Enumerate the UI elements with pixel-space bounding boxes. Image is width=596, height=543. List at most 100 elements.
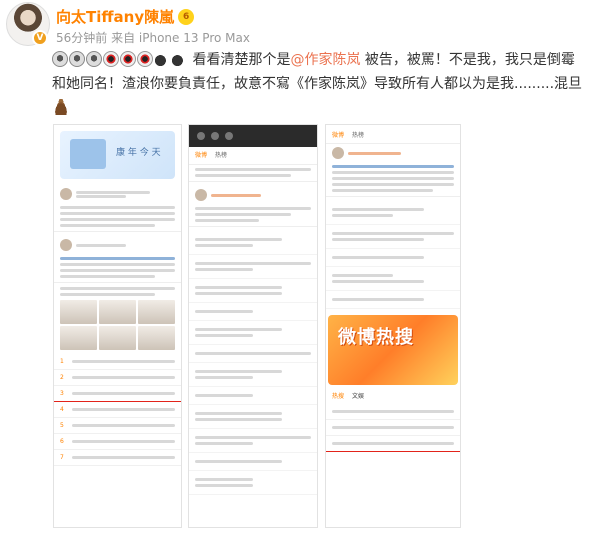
emoji-icon bbox=[171, 51, 187, 67]
image-tab: 热榜 bbox=[215, 152, 228, 159]
text-line bbox=[195, 352, 311, 355]
text-line bbox=[195, 244, 253, 247]
text-line bbox=[195, 394, 253, 397]
emoji-icon bbox=[52, 51, 68, 67]
emoji-icon bbox=[69, 51, 85, 67]
banner-illustration bbox=[70, 139, 106, 169]
image-tab: 微博 bbox=[332, 132, 345, 139]
text-line bbox=[195, 334, 253, 337]
image-banner: 康 年 今 天 bbox=[60, 131, 175, 179]
text-line bbox=[195, 412, 282, 415]
text-line bbox=[195, 213, 291, 216]
image-tabs: 微博 热榜 bbox=[326, 125, 460, 144]
text-line bbox=[72, 424, 175, 427]
thumbnail bbox=[60, 326, 97, 350]
hot-tabs: 热搜 文娱 bbox=[326, 389, 460, 404]
hot-item bbox=[326, 436, 460, 452]
divider bbox=[189, 181, 317, 182]
verified-badge-icon: V bbox=[32, 30, 48, 46]
emoji-icon bbox=[86, 51, 102, 67]
text-line bbox=[195, 418, 282, 421]
text-line bbox=[72, 440, 175, 443]
text-line bbox=[195, 207, 311, 210]
text-line bbox=[72, 392, 175, 395]
comment bbox=[189, 387, 317, 405]
hot-item bbox=[326, 420, 460, 436]
thumbnail-grid bbox=[60, 300, 175, 350]
text-line bbox=[332, 171, 454, 174]
hot-item: 4 bbox=[54, 402, 181, 418]
thumbnail bbox=[99, 300, 136, 324]
text-line bbox=[332, 274, 393, 277]
emoji-icon bbox=[137, 51, 153, 67]
hot-search-banner: 微博热搜 bbox=[328, 315, 458, 385]
hot-rank: 4 bbox=[60, 406, 64, 413]
poop-emoji-icon bbox=[52, 99, 70, 115]
text-line bbox=[72, 456, 175, 459]
text-line bbox=[60, 257, 175, 260]
text-line bbox=[195, 292, 282, 295]
text-line bbox=[195, 436, 311, 439]
divider bbox=[189, 226, 317, 227]
text-line bbox=[60, 275, 156, 278]
text-line bbox=[76, 190, 151, 194]
hot-banner-title: 微博热搜 bbox=[338, 327, 414, 348]
text-line bbox=[332, 165, 454, 168]
comment bbox=[189, 279, 317, 303]
post-meta: 56分钟前 来自 iPhone 13 Pro Max bbox=[56, 31, 250, 45]
comment bbox=[189, 405, 317, 429]
banner-title: 康 年 今 天 bbox=[116, 148, 161, 158]
image-tab: 热榜 bbox=[352, 132, 365, 139]
text-line bbox=[195, 238, 282, 241]
text-line bbox=[60, 212, 175, 215]
hot-tab: 文娱 bbox=[352, 393, 365, 400]
mini-avatar bbox=[332, 147, 344, 159]
mention-link[interactable]: @作家陈岚 bbox=[290, 52, 360, 68]
text-line bbox=[76, 194, 126, 198]
hot-rank: 6 bbox=[60, 438, 64, 445]
text-line bbox=[195, 286, 282, 289]
mini-avatar bbox=[60, 188, 72, 200]
author-name-row[interactable]: 向太Tiffany陳嵐 6 bbox=[56, 6, 195, 27]
text-line bbox=[60, 218, 175, 221]
hot-item: 2 bbox=[54, 370, 181, 386]
hot-item: 3 bbox=[54, 386, 181, 402]
text-line bbox=[60, 287, 175, 290]
dark-topbar bbox=[189, 125, 317, 147]
image-tab: 微博 bbox=[195, 152, 208, 159]
hot-rank: 5 bbox=[60, 422, 64, 429]
text-line bbox=[332, 232, 454, 235]
hot-tab: 热搜 bbox=[332, 393, 345, 400]
thumbnail bbox=[138, 326, 175, 350]
topbar-icon bbox=[197, 132, 205, 140]
thumbnail bbox=[138, 300, 175, 324]
post-image-1[interactable]: 康 年 今 天 1 2 3 4 5 6 7 bbox=[53, 124, 182, 528]
text-line bbox=[60, 269, 175, 272]
hot-rank: 1 bbox=[60, 358, 64, 365]
text-line bbox=[332, 189, 433, 192]
hot-rank: 3 bbox=[60, 390, 64, 397]
hot-item: 5 bbox=[54, 418, 181, 434]
text-line bbox=[60, 293, 156, 296]
image-post-header bbox=[189, 186, 317, 204]
image-tabs: 微博 热榜 bbox=[189, 147, 317, 165]
mini-avatar bbox=[195, 189, 207, 201]
post-image-3[interactable]: 微博 热榜 微博热搜 热搜 文娱 bbox=[325, 124, 461, 528]
comment bbox=[189, 345, 317, 363]
post-image-2[interactable]: 微博 热榜 bbox=[188, 124, 318, 528]
post-text-part: 看看清楚那个是 bbox=[192, 52, 291, 68]
thumbnail bbox=[60, 300, 97, 324]
author-name[interactable]: 向太Tiffany陳嵐 bbox=[56, 6, 174, 27]
text-line bbox=[72, 408, 175, 411]
hot-item: 6 bbox=[54, 434, 181, 450]
text-line bbox=[332, 410, 454, 413]
text-line bbox=[76, 243, 126, 247]
text-line bbox=[195, 376, 253, 379]
text-line bbox=[332, 442, 454, 445]
text-line bbox=[195, 328, 282, 331]
post-text: 看看清楚那个是@作家陈岚 被告，被罵！不是我，我只是倒霉和她同名！渣浪你要負責任… bbox=[52, 48, 588, 120]
comment bbox=[189, 429, 317, 453]
comment bbox=[189, 231, 317, 255]
hot-item: 7 bbox=[54, 450, 181, 466]
emoji-icon bbox=[154, 51, 170, 67]
